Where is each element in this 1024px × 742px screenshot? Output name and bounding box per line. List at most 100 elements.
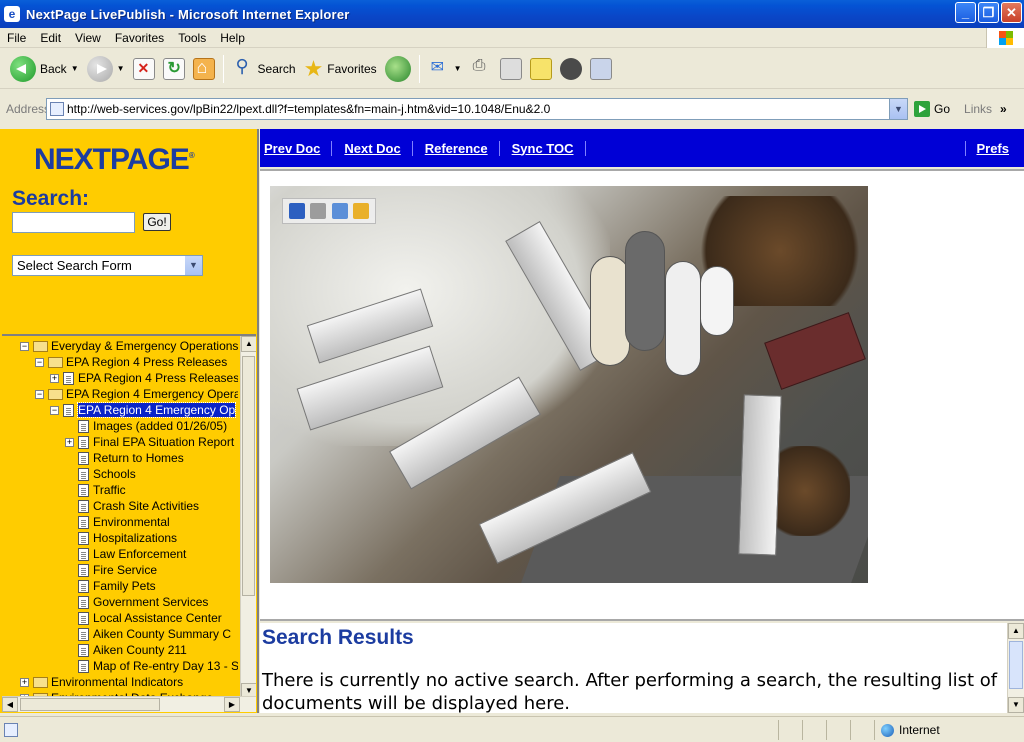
links-chevron-icon[interactable]: » bbox=[1000, 102, 1007, 116]
print-icon[interactable] bbox=[310, 203, 327, 219]
chevron-down-icon[interactable]: ▼ bbox=[185, 256, 202, 275]
collapse-icon[interactable]: − bbox=[20, 341, 29, 351]
back-button[interactable]: Back ▼ bbox=[6, 52, 83, 86]
toc-item[interactable]: Map of Re-entry Day 13 - S bbox=[65, 658, 238, 674]
logo-text: NEXTPAGE bbox=[34, 143, 190, 176]
search-form-select[interactable]: Select Search Form ▼ bbox=[12, 255, 203, 276]
back-dropdown-icon[interactable]: ▼ bbox=[71, 64, 79, 73]
toc-item[interactable]: Local Assistance Center bbox=[65, 610, 222, 626]
search-input[interactable] bbox=[12, 212, 135, 233]
zone-label: Internet bbox=[899, 723, 940, 737]
aerial-train-derailment-photo bbox=[270, 186, 868, 583]
history-button[interactable] bbox=[381, 52, 415, 86]
toc-item[interactable]: − EPA Region 4 Emergency Op bbox=[50, 402, 237, 418]
scroll-left-icon[interactable]: ◀ bbox=[2, 697, 18, 712]
expand-icon[interactable]: + bbox=[50, 373, 59, 383]
collapse-icon[interactable]: − bbox=[35, 357, 44, 367]
toc-item[interactable]: Aiken County Summary C bbox=[65, 626, 231, 642]
address-dropdown-icon[interactable]: ▼ bbox=[889, 99, 907, 119]
go-button[interactable]: Go bbox=[914, 101, 950, 117]
next-doc-link[interactable]: Next Doc bbox=[340, 140, 413, 156]
search-button[interactable]: Search bbox=[228, 52, 300, 86]
document-icon bbox=[78, 451, 89, 465]
maximize-button[interactable]: ❐ bbox=[978, 2, 999, 23]
reference-link[interactable]: Reference bbox=[421, 140, 500, 156]
refresh-button[interactable] bbox=[159, 52, 189, 86]
toc-item[interactable]: + EPA Region 4 Press Releases bbox=[50, 370, 238, 386]
toc-item[interactable]: Traffic bbox=[65, 482, 126, 498]
image-info-icon[interactable] bbox=[353, 203, 370, 219]
toc-item[interactable]: Images (added 01/26/05) bbox=[65, 418, 227, 434]
mail-icon[interactable] bbox=[331, 203, 348, 219]
expand-icon[interactable]: + bbox=[20, 677, 29, 687]
collapse-icon[interactable]: − bbox=[50, 405, 59, 415]
block-button[interactable] bbox=[556, 52, 586, 86]
toc-item[interactable]: Environmental bbox=[65, 514, 170, 530]
discuss-button[interactable] bbox=[526, 52, 556, 86]
document-icon bbox=[78, 627, 89, 641]
scroll-thumb[interactable] bbox=[1009, 641, 1023, 689]
menu-edit[interactable]: Edit bbox=[33, 31, 68, 45]
results-scrollbar[interactable]: ▲ ▼ bbox=[1007, 623, 1024, 713]
toc-item-label: Environmental Indicators bbox=[51, 675, 184, 689]
edit-button[interactable] bbox=[496, 52, 526, 86]
toc-item[interactable]: + Environmental Indicators bbox=[20, 674, 183, 690]
sync-toc-link[interactable]: Sync TOC bbox=[508, 140, 586, 156]
menu-tools[interactable]: Tools bbox=[171, 31, 213, 45]
address-label: Address bbox=[6, 102, 51, 116]
toc-item[interactable]: Schools bbox=[65, 466, 136, 482]
toc-item[interactable]: Fire Service bbox=[65, 562, 157, 578]
links-toolbar[interactable]: Links bbox=[964, 102, 992, 116]
menu-file[interactable]: File bbox=[0, 31, 33, 45]
mail-button[interactable]: ▼ bbox=[424, 52, 466, 86]
address-input[interactable]: http://web-services.gov/lpBin22/lpext.dl… bbox=[46, 98, 908, 120]
document-icon bbox=[78, 483, 89, 497]
save-icon[interactable] bbox=[288, 203, 305, 219]
toc-vertical-scrollbar[interactable]: ▲ ▼ bbox=[240, 336, 256, 699]
research-button[interactable] bbox=[586, 52, 616, 86]
toc-item[interactable]: Family Pets bbox=[65, 578, 156, 594]
toc-item-label: Government Services bbox=[93, 595, 209, 609]
block-icon bbox=[559, 57, 582, 80]
toc-item[interactable]: Aiken County 211 bbox=[65, 642, 187, 658]
menu-favorites[interactable]: Favorites bbox=[108, 31, 171, 45]
prev-doc-link[interactable]: Prev Doc bbox=[260, 140, 333, 156]
search-results-text: There is currently no active search. Aft… bbox=[262, 670, 998, 713]
close-button[interactable]: ✕ bbox=[1001, 2, 1022, 23]
document-icon bbox=[63, 371, 74, 385]
home-button[interactable] bbox=[189, 52, 219, 86]
toc-item-label: Environmental bbox=[93, 515, 170, 529]
toc-item-label: Return to Homes bbox=[93, 451, 184, 465]
favorites-button[interactable]: ★ Favorites bbox=[300, 52, 381, 86]
address-url[interactable]: http://web-services.gov/lpBin22/lpext.dl… bbox=[67, 102, 550, 116]
scroll-up-icon[interactable]: ▲ bbox=[1008, 623, 1024, 639]
stop-button[interactable] bbox=[129, 52, 159, 86]
forward-button[interactable]: ▼ bbox=[83, 52, 129, 86]
scroll-thumb[interactable] bbox=[20, 698, 160, 711]
menu-help[interactable]: Help bbox=[213, 31, 252, 45]
toc-item[interactable]: + Final EPA Situation Report bbox=[65, 434, 234, 450]
collapse-icon[interactable]: − bbox=[35, 389, 44, 399]
mail-dropdown-icon[interactable]: ▼ bbox=[454, 64, 462, 73]
toc-item[interactable]: − Everyday & Emergency Operations bbox=[20, 338, 238, 354]
scroll-thumb[interactable] bbox=[242, 356, 255, 596]
scroll-right-icon[interactable]: ▶ bbox=[224, 697, 240, 712]
toc-item[interactable]: Return to Homes bbox=[65, 450, 184, 466]
toc-item[interactable]: − EPA Region 4 Press Releases bbox=[35, 354, 227, 370]
menu-view[interactable]: View bbox=[68, 31, 108, 45]
toc-item[interactable]: Hospitalizations bbox=[65, 530, 177, 546]
toc-item[interactable]: Law Enforcement bbox=[65, 546, 186, 562]
expand-icon[interactable]: + bbox=[65, 437, 74, 447]
search-go-button[interactable]: Go! bbox=[143, 213, 171, 231]
toc-item[interactable]: Government Services bbox=[65, 594, 208, 610]
toc-item[interactable]: − EPA Region 4 Emergency Operations bbox=[35, 386, 238, 402]
windows-logo bbox=[986, 28, 1024, 48]
scroll-up-icon[interactable]: ▲ bbox=[241, 336, 256, 352]
print-button[interactable] bbox=[466, 52, 496, 86]
prefs-link[interactable]: Prefs bbox=[965, 140, 1020, 156]
forward-dropdown-icon[interactable]: ▼ bbox=[117, 64, 125, 73]
toc-horizontal-scrollbar[interactable]: ◀ ▶ bbox=[2, 696, 256, 712]
minimize-button[interactable]: _ bbox=[955, 2, 976, 23]
scroll-down-icon[interactable]: ▼ bbox=[1008, 697, 1024, 713]
toc-item[interactable]: Crash Site Activities bbox=[65, 498, 199, 514]
